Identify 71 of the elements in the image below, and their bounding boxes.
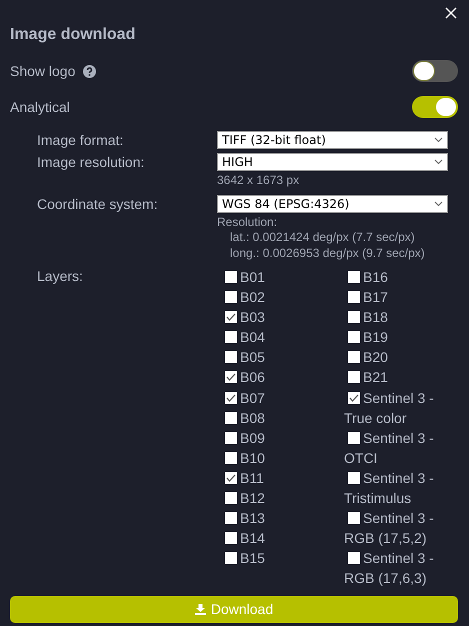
layer-checkbox[interactable] [225, 392, 237, 404]
download-icon [194, 604, 206, 614]
layer-checkbox[interactable] [225, 432, 237, 444]
toggle-label: Analytical [10, 98, 70, 117]
layer-option[interactable]: Sentinel 3 - RGB (17,6,3) [344, 548, 448, 588]
help-icon[interactable] [83, 64, 96, 78]
layer-checkbox[interactable] [225, 351, 237, 364]
layer-option[interactable]: B04 [221, 327, 265, 348]
layer-option[interactable]: B06 [221, 367, 265, 388]
layer-checkbox[interactable] [225, 512, 237, 524]
layer-option[interactable]: B13 [221, 508, 265, 528]
layer-checkbox[interactable] [348, 331, 360, 344]
layer-checkbox[interactable] [348, 371, 360, 384]
layer-checkbox[interactable] [225, 331, 237, 344]
layer-checkbox[interactable] [225, 291, 237, 304]
layer-option[interactable]: B15 [221, 548, 265, 568]
info-text: long.: 0.0026953 deg/px (9.7 sec/px) [229, 246, 426, 261]
layer-checkbox[interactable] [348, 271, 360, 283]
layer-option[interactable]: B21 [344, 367, 388, 388]
layer-option[interactable]: B20 [344, 347, 388, 368]
field-label: Layers: [37, 268, 83, 284]
layer-option[interactable]: B18 [344, 307, 388, 328]
info-text: Resolution: [217, 214, 278, 230]
layer-option[interactable]: B03 [221, 307, 265, 328]
layer-checkbox[interactable] [225, 472, 237, 484]
layer-checkbox[interactable] [348, 512, 360, 524]
info-text: lat.: 0.0021424 deg/px (7.7 sec/px) [229, 230, 416, 246]
dropdown[interactable]: TIFF (32-bit float) [217, 131, 448, 149]
layer-checkbox[interactable] [348, 291, 360, 304]
layer-checkbox[interactable] [348, 472, 360, 484]
toggle-switch[interactable] [412, 96, 458, 118]
layer-checkbox[interactable] [225, 532, 237, 544]
layer-option[interactable]: B01 [221, 267, 265, 288]
dropdown[interactable]: HIGH [217, 153, 448, 171]
layer-checkbox[interactable] [225, 492, 237, 504]
field-label: Image format: [37, 131, 124, 149]
layer-option[interactable]: B12 [221, 488, 265, 508]
field-label: Coordinate system: [37, 194, 159, 214]
toggle-label: Show logo [10, 62, 76, 81]
layer-checkbox[interactable] [348, 311, 360, 324]
layer-option[interactable]: B14 [221, 528, 265, 548]
layer-option[interactable]: B16 [344, 267, 388, 288]
toggle-switch[interactable] [412, 60, 458, 82]
layer-checkbox[interactable] [225, 371, 237, 384]
layer-option[interactable]: Sentinel 3 - True color [344, 388, 448, 428]
layer-option[interactable]: B17 [344, 287, 388, 308]
panel-title: Image download [10, 25, 136, 45]
layer-option[interactable]: B11 [221, 468, 264, 488]
layer-option[interactable]: Sentinel 3 - Tristimulus [344, 468, 448, 508]
layer-checkbox[interactable] [348, 552, 360, 564]
layer-option[interactable]: B05 [221, 347, 265, 368]
dropdown[interactable]: WGS 84 (EPSG:4326) [217, 194, 448, 212]
layer-checkbox[interactable] [225, 311, 237, 324]
layer-checkbox[interactable] [225, 412, 237, 424]
layer-checkbox[interactable] [348, 351, 360, 364]
layer-checkbox[interactable] [225, 552, 237, 564]
field-label: Image resolution: [37, 153, 146, 172]
layer-option[interactable]: B19 [344, 327, 388, 348]
layer-option[interactable]: Sentinel 3 - RGB (17,5,2) [344, 508, 448, 548]
layer-option[interactable]: B02 [221, 287, 265, 308]
layer-checkbox[interactable] [348, 392, 360, 404]
layer-checkbox[interactable] [348, 432, 360, 444]
layer-option[interactable]: B07 [221, 388, 265, 408]
layer-checkbox[interactable] [225, 452, 237, 464]
layer-option[interactable]: B10 [221, 448, 265, 468]
close-button[interactable] [445, 7, 457, 19]
layer-checkbox[interactable] [225, 271, 237, 283]
info-text: 3642 x 1673 px [217, 173, 300, 188]
layer-option[interactable]: Sentinel 3 - OTCI [344, 428, 448, 468]
layer-option[interactable]: B09 [221, 428, 265, 448]
layer-option[interactable]: B08 [221, 408, 265, 428]
